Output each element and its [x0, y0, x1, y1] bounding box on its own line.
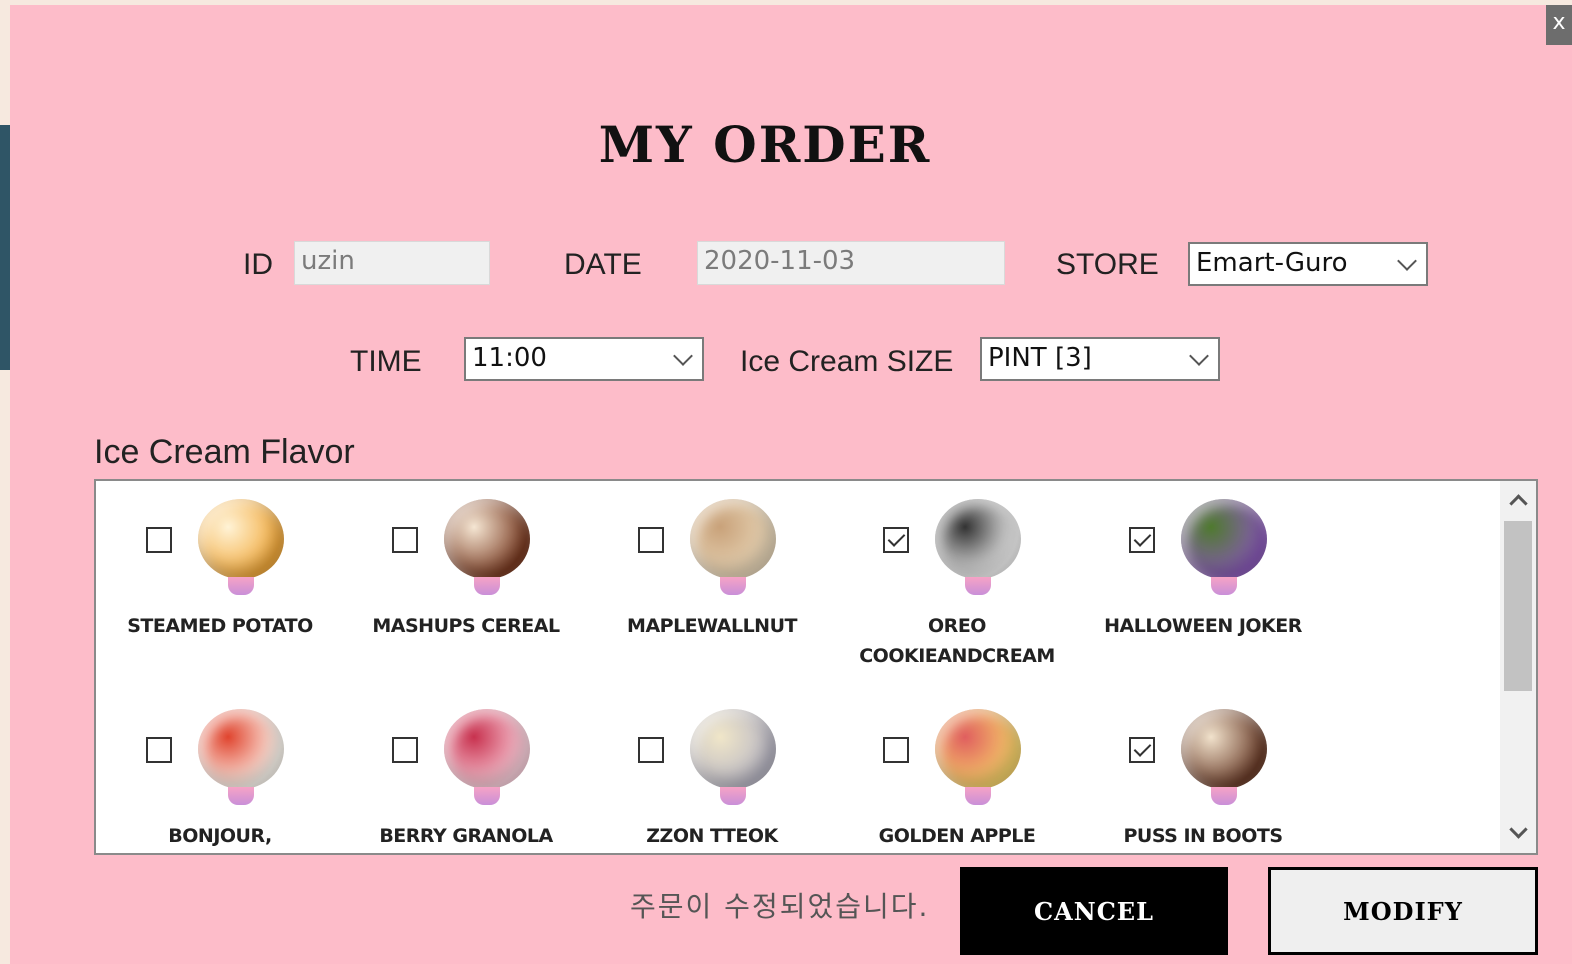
flavor-item[interactable]: ZZON TTEOK: [592, 697, 832, 853]
size-select[interactable]: PINT [3]: [980, 337, 1220, 381]
ice-cream-scoop-icon: [690, 499, 776, 579]
flavor-item[interactable]: STEAMED POTATO: [100, 487, 340, 687]
cone-icon: [228, 577, 254, 595]
store-label: STORE: [1056, 248, 1159, 281]
id-field[interactable]: uzin: [294, 241, 490, 285]
scroll-up-icon[interactable]: [1500, 481, 1536, 519]
chevron-down-icon: [1397, 251, 1417, 271]
flavor-item[interactable]: BERRY GRANOLA: [346, 697, 586, 853]
flavor-item[interactable]: HALLOWEEN JOKER: [1083, 487, 1323, 687]
flavor-item[interactable]: GOLDEN APPLE: [837, 697, 1077, 853]
flavor-name: MASHUPS CEREAL: [372, 615, 560, 637]
flavor-section-label: Ice Cream Flavor: [94, 433, 355, 471]
flavor-name: MAPLEWALLNUT: [627, 615, 797, 637]
size-label: Ice Cream SIZE: [740, 345, 954, 378]
chevron-down-icon: [1189, 346, 1209, 366]
cone-icon: [228, 787, 254, 805]
flavor-name: GOLDEN APPLE: [878, 825, 1036, 847]
cone-icon: [474, 577, 500, 595]
flavor-checkbox[interactable]: [638, 527, 664, 553]
date-label: DATE: [564, 248, 642, 281]
ice-cream-scoop-icon: [198, 499, 284, 579]
cone-icon: [1211, 577, 1237, 595]
size-select-value: PINT [3]: [988, 343, 1092, 373]
id-label: ID: [243, 248, 273, 281]
date-field[interactable]: 2020-11-03: [697, 241, 1005, 285]
flavor-item[interactable]: MASHUPS CEREAL: [346, 487, 586, 687]
time-select-value: 11:00: [472, 343, 547, 373]
ice-cream-scoop-icon: [1181, 709, 1267, 789]
chevron-down-icon: [673, 346, 693, 366]
flavor-item[interactable]: OREO COOKIEANDCREAM: [837, 487, 1077, 687]
flavor-name: BONJOUR,: [168, 825, 272, 847]
ice-cream-scoop-icon: [444, 709, 530, 789]
flavor-checkbox[interactable]: [883, 737, 909, 763]
flavor-checkbox[interactable]: [146, 737, 172, 763]
ice-cream-scoop-icon: [198, 709, 284, 789]
page-title: MY ORDER: [598, 115, 932, 174]
flavor-item[interactable]: PUSS IN BOOTS: [1083, 697, 1323, 853]
flavor-checkbox[interactable]: [1129, 737, 1155, 763]
background-panel-edge: [0, 125, 10, 370]
ice-cream-scoop-icon: [444, 499, 530, 579]
store-select[interactable]: Emart-Guro: [1188, 242, 1428, 286]
flavor-checkbox[interactable]: [883, 527, 909, 553]
flavor-name: BERRY GRANOLA: [379, 825, 553, 847]
flavor-name: ZZON TTEOK: [646, 825, 778, 847]
flavor-name: PUSS IN BOOTS: [1123, 825, 1284, 847]
scrollbar[interactable]: [1500, 481, 1536, 853]
order-window: x MY ORDER ID uzin DATE 2020-11-03 STORE…: [10, 5, 1572, 964]
flavor-checkbox[interactable]: [638, 737, 664, 763]
flavor-name: OREO COOKIEANDCREAM: [859, 615, 1055, 667]
modify-button[interactable]: MODIFY: [1268, 867, 1538, 955]
flavor-list[interactable]: STEAMED POTATO MASHUPS CEREAL MAPLEWALLNUT…: [94, 479, 1538, 855]
flavor-checkbox[interactable]: [146, 527, 172, 553]
ice-cream-scoop-icon: [935, 499, 1021, 579]
flavor-item[interactable]: BONJOUR,: [100, 697, 340, 853]
time-label: TIME: [350, 345, 422, 378]
scroll-thumb[interactable]: [1504, 521, 1532, 691]
scroll-down-icon[interactable]: [1500, 815, 1536, 853]
ice-cream-scoop-icon: [935, 709, 1021, 789]
cancel-button[interactable]: CANCEL: [960, 867, 1228, 955]
cone-icon: [965, 577, 991, 595]
time-select[interactable]: 11:00: [464, 337, 704, 381]
cone-icon: [720, 577, 746, 595]
close-icon[interactable]: x: [1546, 5, 1572, 45]
store-select-value: Emart-Guro: [1196, 248, 1348, 278]
flavor-checkbox[interactable]: [1129, 527, 1155, 553]
flavor-item[interactable]: MAPLEWALLNUT: [592, 487, 832, 687]
ice-cream-scoop-icon: [690, 709, 776, 789]
ice-cream-scoop-icon: [1181, 499, 1267, 579]
flavor-name: HALLOWEEN JOKER: [1104, 615, 1302, 637]
cone-icon: [1211, 787, 1237, 805]
cone-icon: [965, 787, 991, 805]
flavor-checkbox[interactable]: [392, 527, 418, 553]
flavor-checkbox[interactable]: [392, 737, 418, 763]
cone-icon: [720, 787, 746, 805]
cone-icon: [474, 787, 500, 805]
status-message: 주문이 수정되었습니다.: [630, 890, 930, 923]
flavor-name: STEAMED POTATO: [127, 615, 313, 637]
